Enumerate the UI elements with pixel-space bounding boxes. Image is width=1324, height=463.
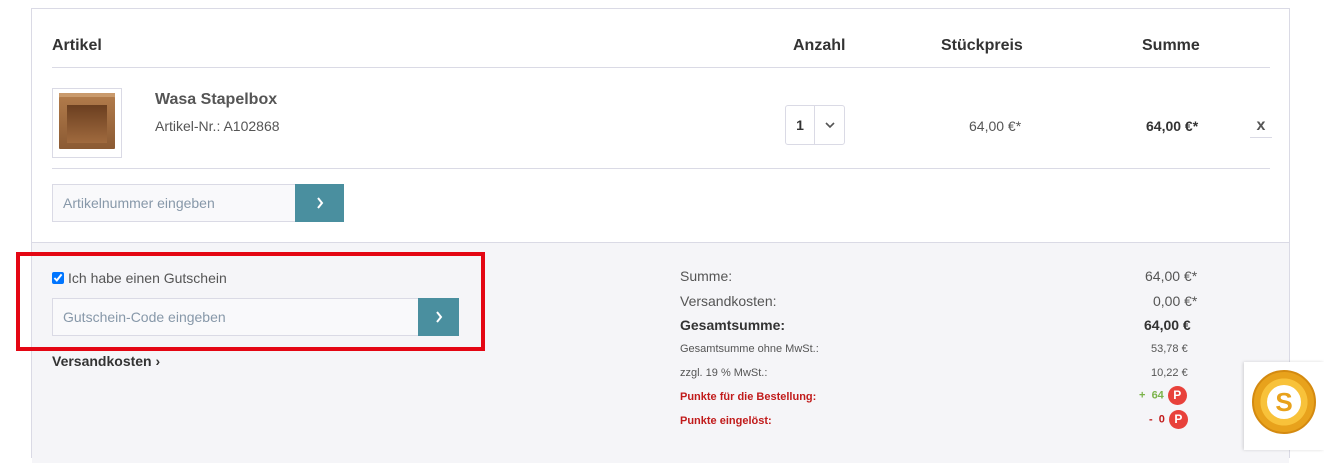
shipping-costs-text: Versandkosten xyxy=(52,353,152,369)
points-badge-icon: P xyxy=(1167,386,1187,405)
points-earned: + 64 P xyxy=(1139,386,1187,405)
cart-panel: Artikel Anzahl Stückpreis Summe Wasa Sta… xyxy=(31,8,1290,463)
article-number-group xyxy=(52,184,344,222)
quantity-select[interactable]: 1 xyxy=(785,105,845,145)
header-article: Artikel xyxy=(52,37,102,54)
shipping-costs-link[interactable]: Versandkosten › xyxy=(52,353,160,369)
highlight-box xyxy=(16,252,485,351)
shopvote-widget[interactable]: S xyxy=(1244,362,1324,450)
chevron-right-icon xyxy=(316,197,323,209)
redeemed-label: Punkte eingelöst: xyxy=(680,415,772,427)
divider xyxy=(52,67,1270,68)
article-number-input[interactable] xyxy=(52,184,295,222)
points-value: 64 xyxy=(1151,389,1164,402)
subtotal-label: Summe: xyxy=(680,268,733,284)
net-total-label: Gesamtsumme ohne MwSt.: xyxy=(680,343,819,355)
header-unit-price: Stückpreis xyxy=(941,37,1023,54)
points-redeemed: - 0P xyxy=(1149,410,1188,429)
shopvote-seal-icon: S xyxy=(1252,370,1316,434)
points-sign: + xyxy=(1139,389,1146,402)
product-image[interactable] xyxy=(52,88,122,158)
subtotal-value: 64,00 €* xyxy=(1145,268,1198,284)
line-total: 64,00 €* xyxy=(1146,118,1199,134)
shipping-value: 0,00 €* xyxy=(1153,293,1198,309)
redeemed-value: 0 xyxy=(1158,413,1165,426)
tax-label: zzgl. 19 % MwSt.: xyxy=(680,367,768,379)
unit-price: 64,00 €* xyxy=(969,118,1022,134)
product-number: Artikel-Nr.: A102868 xyxy=(155,118,280,134)
redeemed-sign: - xyxy=(1149,413,1153,426)
article-submit-button[interactable] xyxy=(295,184,344,222)
points-label: Punkte für die Bestellung: xyxy=(680,391,817,403)
grand-total-label: Gesamtsumme: xyxy=(680,317,786,333)
shipping-label: Versandkosten: xyxy=(680,293,777,309)
remove-item-button[interactable]: x xyxy=(1250,117,1272,138)
stapelbox-image xyxy=(59,93,115,149)
grand-total-value: 64,00 € xyxy=(1144,317,1191,333)
product-name[interactable]: Wasa Stapelbox xyxy=(155,91,277,109)
net-total-value: 53,78 € xyxy=(1151,343,1188,355)
header-total: Summe xyxy=(1142,37,1200,54)
header-quantity: Anzahl xyxy=(793,37,846,54)
chevron-right-icon: › xyxy=(155,353,161,369)
points-badge-icon: P xyxy=(1168,410,1188,429)
quantity-value: 1 xyxy=(796,117,804,133)
tax-value: 10,22 € xyxy=(1151,367,1188,379)
chevron-down-icon xyxy=(814,106,844,144)
divider xyxy=(52,168,1270,169)
